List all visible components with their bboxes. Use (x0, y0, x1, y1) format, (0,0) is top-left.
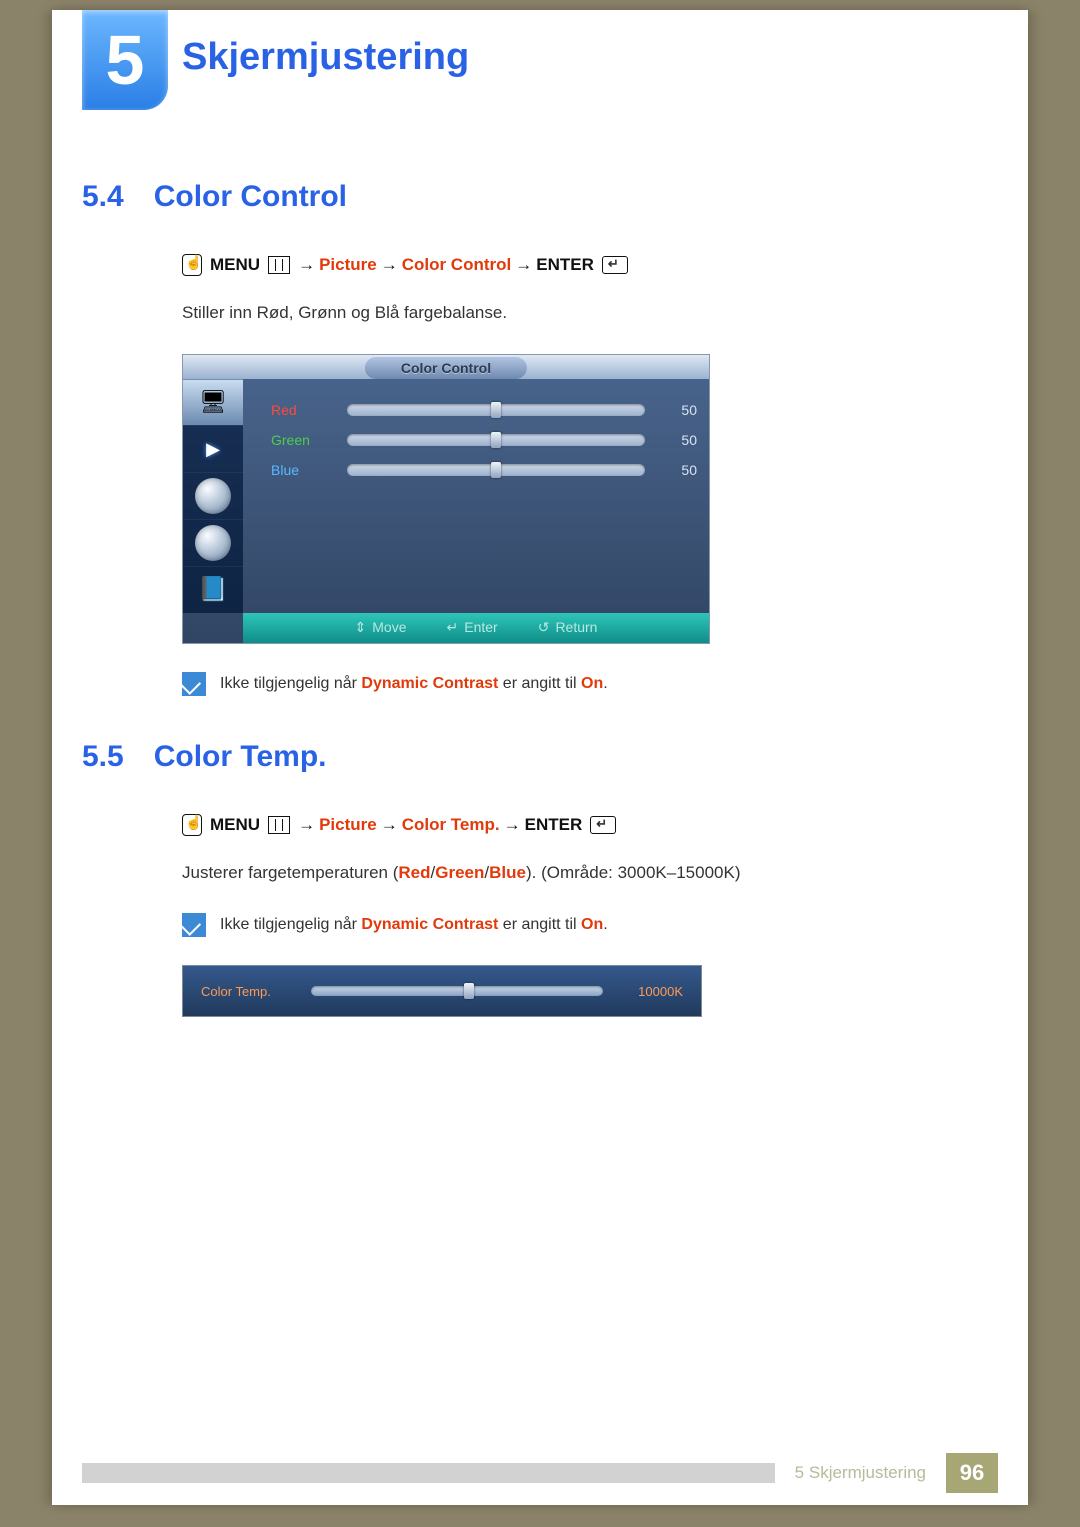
note-icon (182, 672, 206, 696)
section-number: 5.4 (82, 180, 124, 214)
slider-value-red: 50 (661, 402, 697, 418)
osd-tab-input[interactable] (183, 379, 243, 426)
page-footer: 5 Skjermjustering 96 (82, 1453, 998, 1493)
path-picture: Picture (319, 815, 377, 835)
osd-color-temp-value: 10000K (603, 984, 683, 999)
slider-thumb[interactable] (491, 462, 501, 478)
slider-value-green: 50 (661, 432, 697, 448)
note-mid: er angitt til (498, 916, 581, 933)
osd-title: Color Control (365, 357, 527, 379)
note-5-5: Ikke tilgjengelig når Dynamic Contrast e… (182, 913, 978, 937)
arrow-icon: → (515, 255, 532, 275)
slider-value-blue: 50 (661, 462, 697, 478)
chapter-badge: 5 (82, 10, 168, 110)
arrow-icon: → (504, 815, 521, 835)
arrow-icon: → (381, 255, 398, 275)
path-menu: MENU (210, 815, 260, 835)
slider-track-color-temp[interactable] (311, 986, 603, 996)
menu-path-5-5: MENU → Picture → Color Temp. → ENTER (182, 814, 978, 836)
footer-bar (82, 1463, 775, 1483)
page: 5 Skjermjustering 5.4 Color Control MENU… (52, 10, 1028, 1505)
note-dynamic-contrast: Dynamic Contrast (361, 675, 498, 692)
round-icon (195, 478, 231, 514)
chapter-title: Skjermjustering (182, 36, 469, 79)
osd-left-column (183, 379, 243, 613)
arrow-icon: → (298, 255, 315, 275)
osd-body: Red 50 Green 50 Blue 50 (243, 379, 709, 613)
hand-icon (182, 254, 202, 276)
path-enter: ENTER (525, 815, 583, 835)
path-menu: MENU (210, 255, 260, 275)
path-color-control: Color Control (402, 255, 512, 275)
note-text: Ikke tilgjengelig når Dynamic Contrast e… (220, 672, 608, 696)
books-icon (198, 575, 228, 604)
path-picture: Picture (319, 255, 377, 275)
slider-thumb[interactable] (491, 432, 501, 448)
osd-color-temp-label: Color Temp. (201, 984, 311, 999)
note-post: . (603, 675, 607, 692)
desc-green: Green (435, 863, 484, 882)
section-title: Color Control (154, 180, 347, 214)
slider-label-blue: Blue (271, 462, 331, 478)
note-pre: Ikke tilgjengelig når (220, 916, 361, 933)
osd-tab-play[interactable] (183, 425, 243, 472)
section-description: Stiller inn Rød, Grønn og Blå fargebalan… (182, 300, 978, 326)
hand-icon (182, 814, 202, 836)
note-dynamic-contrast: Dynamic Contrast (361, 916, 498, 933)
note-on: On (581, 675, 603, 692)
osd-color-control: Color Control Red 50 Green 50 (182, 354, 710, 644)
arrow-icon: → (298, 815, 315, 835)
slider-track-red[interactable] (347, 404, 645, 416)
slider-thumb[interactable] (464, 983, 474, 999)
osd-footer: Move Enter Return (243, 613, 709, 643)
content: 5.4 Color Control MENU → Picture → Color… (82, 180, 978, 1045)
footer-page-number: 96 (946, 1453, 998, 1493)
section-heading-5-4: 5.4 Color Control (82, 180, 978, 214)
footer-label: 5 Skjermjustering (785, 1463, 936, 1483)
osd-tab-4[interactable] (183, 519, 243, 566)
osd-tab-books[interactable] (183, 566, 243, 613)
screens-icon (268, 816, 290, 834)
enter-icon (590, 816, 616, 834)
play-icon (206, 439, 220, 460)
note-icon (182, 913, 206, 937)
note-on: On (581, 916, 603, 933)
path-enter: ENTER (536, 255, 594, 275)
chapter-number: 5 (106, 20, 145, 100)
slider-row-blue: Blue 50 (271, 455, 697, 485)
desc-blue: Blue (489, 863, 526, 882)
section-description-5-5: Justerer fargetemperaturen (Red/Green/Bl… (182, 860, 978, 886)
screens-icon (268, 256, 290, 274)
section-number: 5.5 (82, 740, 124, 774)
desc-red: Red (398, 863, 430, 882)
osd-tab-3[interactable] (183, 472, 243, 519)
desc-post: ). (Område: 3000K–15000K) (526, 863, 741, 882)
osd-footer-enter: Enter (447, 619, 498, 636)
tv-icon (199, 389, 227, 415)
note-text: Ikke tilgjengelig når Dynamic Contrast e… (220, 913, 608, 937)
slider-label-green: Green (271, 432, 331, 448)
menu-path-5-4: MENU → Picture → Color Control → ENTER (182, 254, 978, 276)
path-color-temp: Color Temp. (402, 815, 500, 835)
round-icon (195, 525, 231, 561)
arrow-icon: → (381, 815, 398, 835)
note-mid: er angitt til (498, 675, 581, 692)
note-pre: Ikke tilgjengelig når (220, 675, 361, 692)
osd-footer-move: Move (355, 619, 407, 636)
enter-icon (602, 256, 628, 274)
note-post: . (603, 916, 607, 933)
slider-label-red: Red (271, 402, 331, 418)
osd-color-temp: Color Temp. 10000K (182, 965, 702, 1017)
slider-track-blue[interactable] (347, 464, 645, 476)
osd-footer-return: Return (538, 619, 598, 636)
section-heading-5-5: 5.5 Color Temp. (82, 740, 978, 774)
desc-pre: Justerer fargetemperaturen ( (182, 863, 398, 882)
slider-thumb[interactable] (491, 402, 501, 418)
slider-row-red: Red 50 (271, 395, 697, 425)
slider-track-green[interactable] (347, 434, 645, 446)
note-5-4: Ikke tilgjengelig når Dynamic Contrast e… (182, 672, 978, 696)
slider-row-green: Green 50 (271, 425, 697, 455)
section-title: Color Temp. (154, 740, 327, 774)
